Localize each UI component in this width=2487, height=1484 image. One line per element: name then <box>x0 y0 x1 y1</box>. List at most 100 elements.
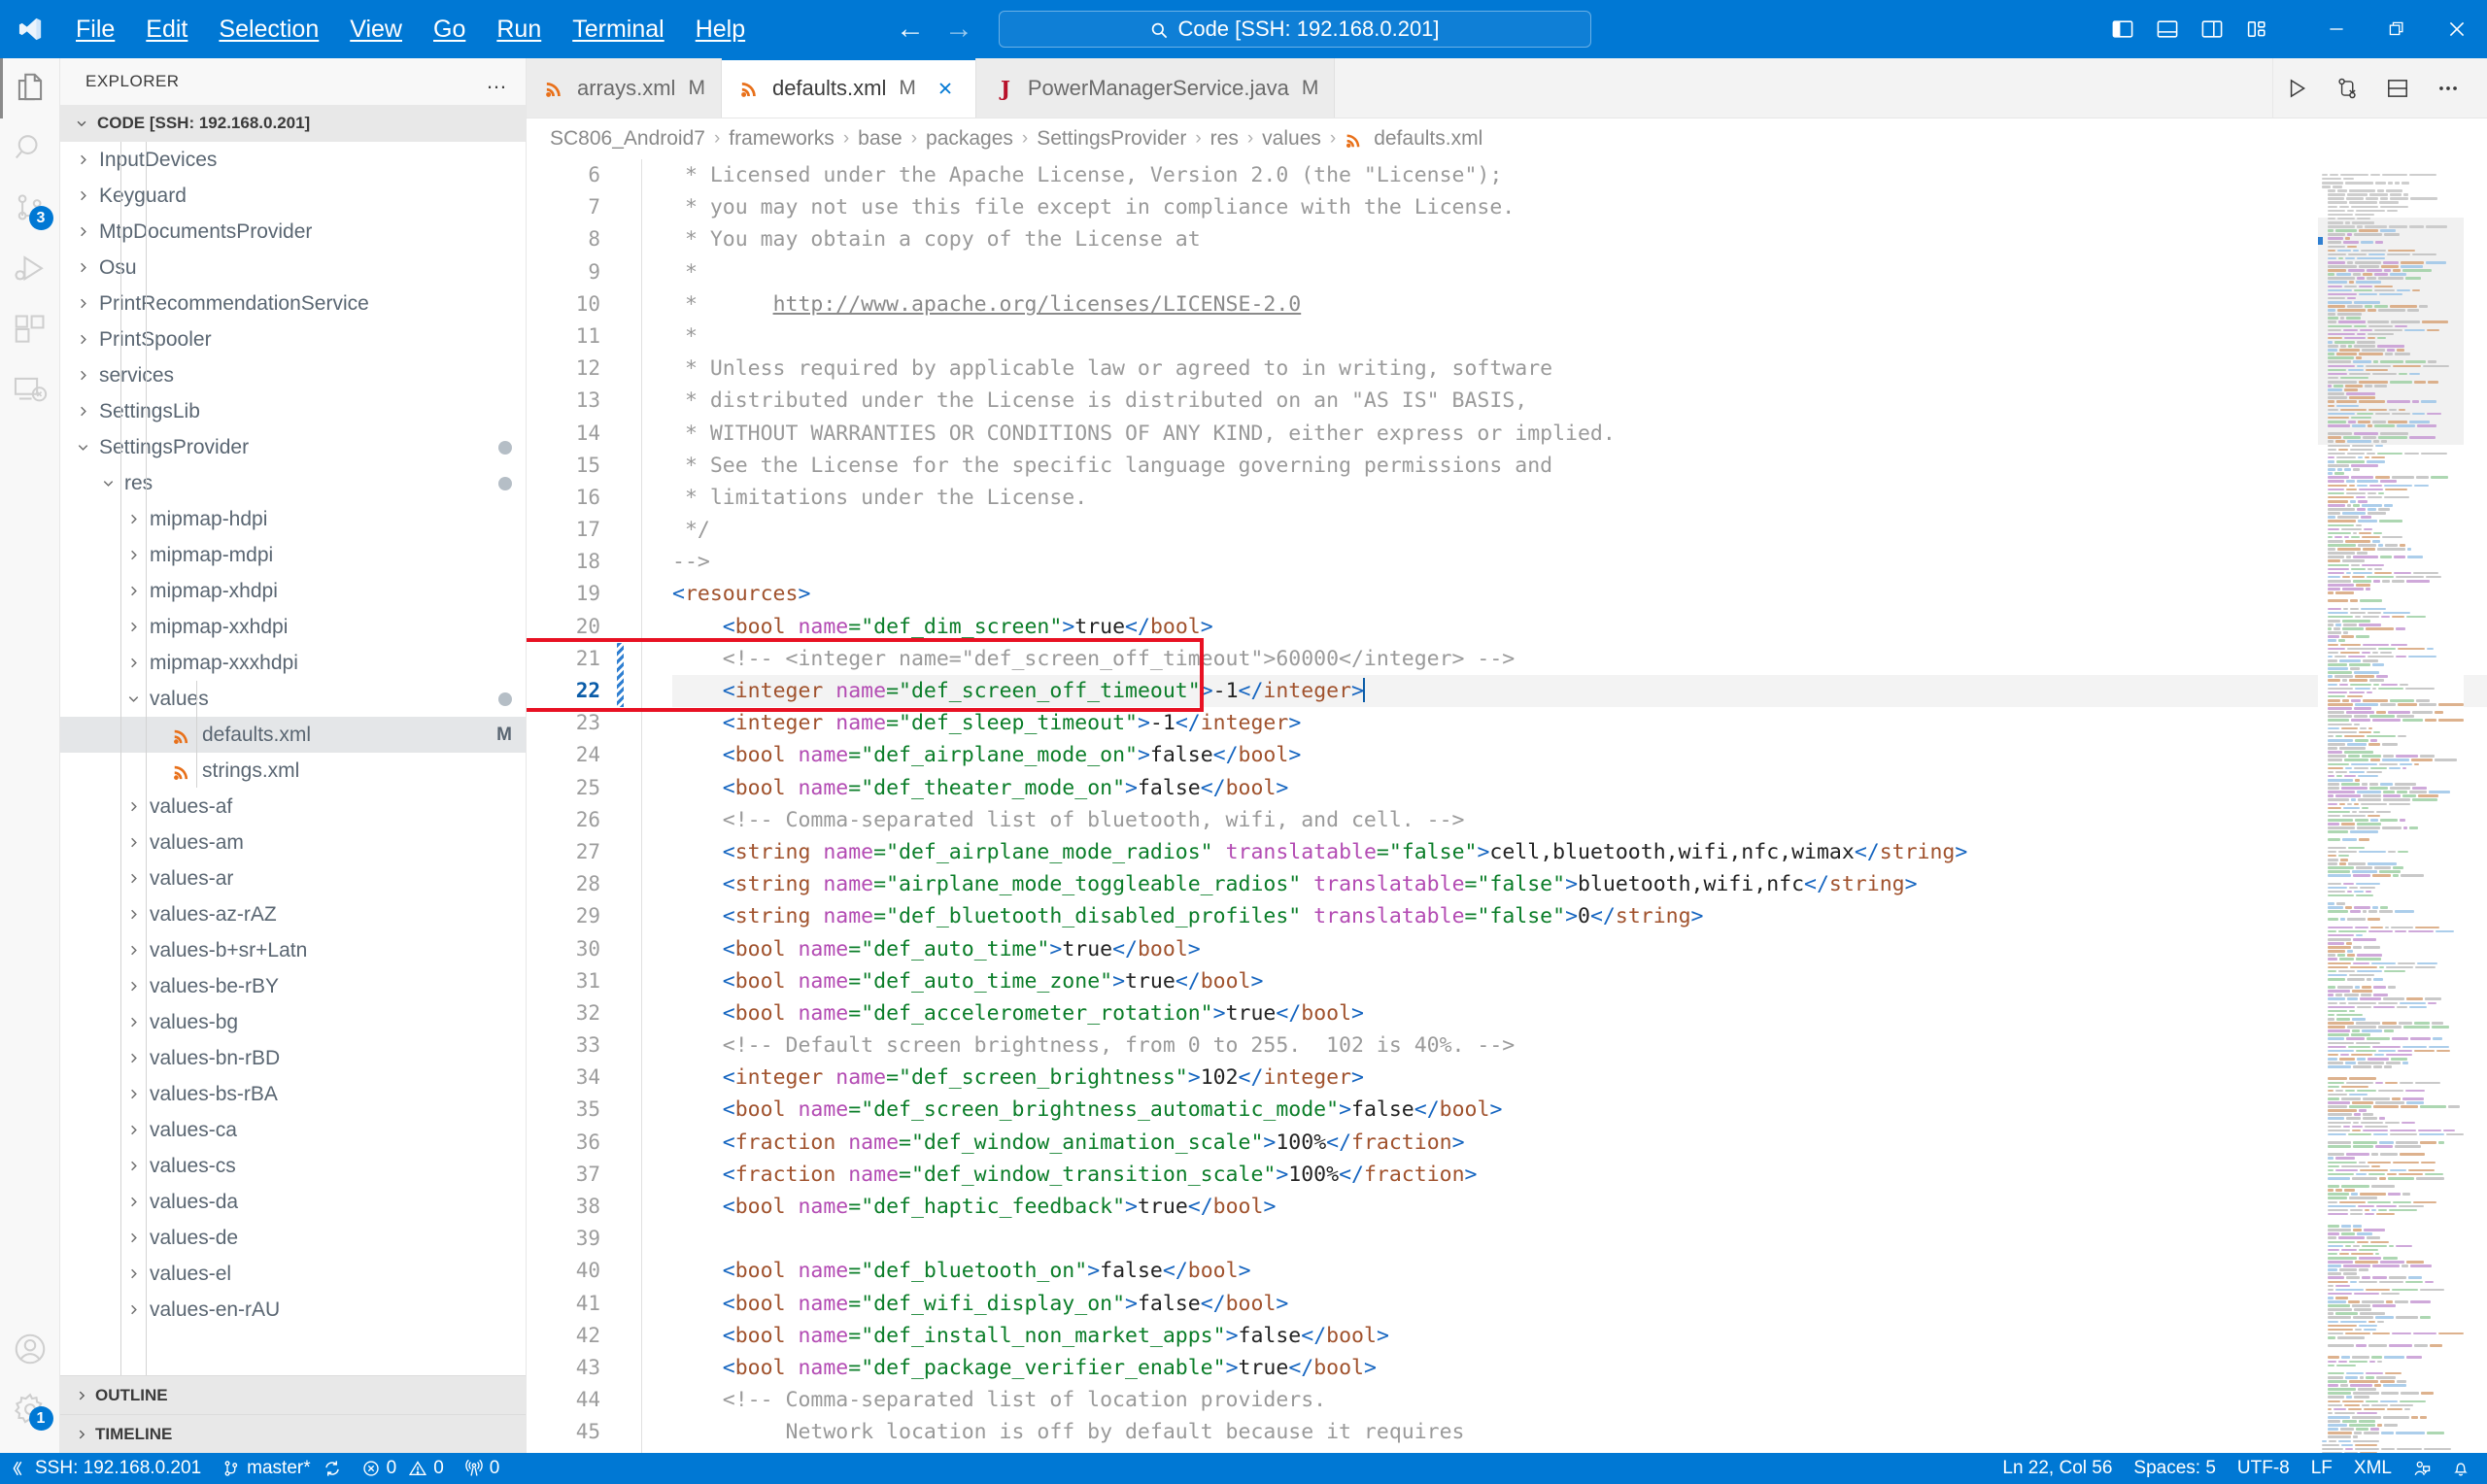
tree-item-values-en-rau[interactable]: values-en-rAU <box>60 1292 526 1328</box>
chevron-down-icon[interactable] <box>95 476 120 490</box>
code-line[interactable]: <bool name="def_auto_time_zone">true</bo… <box>672 965 2487 997</box>
chevron-right-icon[interactable] <box>70 152 95 167</box>
toggle-secondary-sidebar-icon[interactable] <box>2190 7 2234 51</box>
editor-tab-defaults-xml[interactable]: defaults.xml M <box>721 58 976 118</box>
chevron-right-icon[interactable] <box>120 1159 146 1173</box>
chevron-right-icon[interactable] <box>70 332 95 347</box>
arrow-right-icon[interactable]: → <box>944 15 973 44</box>
chevron-right-icon[interactable] <box>120 1302 146 1317</box>
code-line[interactable]: <bool name="def_accelerometer_rotation">… <box>672 997 2487 1029</box>
code-line[interactable]: * http://www.apache.org/licenses/LICENSE… <box>672 288 2487 320</box>
close-icon[interactable] <box>2427 0 2487 58</box>
open-changes-icon[interactable] <box>2324 65 2370 112</box>
tree-item-mipmap-hdpi[interactable]: mipmap-hdpi <box>60 501 526 537</box>
activity-source-control[interactable]: 3 <box>0 179 60 239</box>
tree-item-keyguard[interactable]: Keyguard <box>60 178 526 214</box>
editor-tab-powermanagerservice-java[interactable]: J PowerManagerService.java M <box>975 58 1336 118</box>
code-line[interactable]: * You may obtain a copy of the License a… <box>672 223 2487 255</box>
tree-item-osu[interactable]: Osu <box>60 250 526 286</box>
chevron-right-icon[interactable] <box>70 188 95 203</box>
chevron-right-icon[interactable] <box>120 835 146 850</box>
code-line[interactable]: <resources> <box>672 578 2487 610</box>
toggle-panel-icon[interactable] <box>2145 7 2190 51</box>
tree-item-values-de[interactable]: values-de <box>60 1220 526 1256</box>
menu-terminal[interactable]: Terminal <box>557 8 679 51</box>
tree-item-settingsprovider[interactable]: SettingsProvider <box>60 429 526 465</box>
tree-item-values-ca[interactable]: values-ca <box>60 1112 526 1148</box>
chevron-right-icon[interactable] <box>70 368 95 383</box>
code-line[interactable]: <fraction name="def_window_animation_sca… <box>672 1127 2487 1159</box>
status-language-mode[interactable]: XML <box>2343 1453 2402 1484</box>
chevron-right-icon[interactable] <box>120 1087 146 1101</box>
code-line[interactable]: * you may not use this file except in co… <box>672 191 2487 223</box>
customize-layout-icon[interactable] <box>2234 7 2279 51</box>
chevron-right-icon[interactable] <box>120 979 146 994</box>
activity-explorer[interactable] <box>0 58 60 118</box>
chevron-right-icon[interactable] <box>120 1231 146 1245</box>
toggle-primary-sidebar-icon[interactable] <box>2100 7 2145 51</box>
tree-item-values-af[interactable]: values-af <box>60 789 526 825</box>
status-cursor-position[interactable]: Ln 22, Col 56 <box>1992 1453 2123 1484</box>
chevron-right-icon[interactable] <box>120 512 146 526</box>
code-line[interactable]: <integer name="def_screen_off_timeout">-… <box>672 675 2487 708</box>
tree-item-settingslib[interactable]: SettingsLib <box>60 393 526 429</box>
tree-item-values[interactable]: values <box>60 681 526 717</box>
outline-section[interactable]: OUTLINE <box>60 1375 526 1414</box>
activity-manage[interactable]: 1 <box>0 1379 60 1439</box>
activity-remote-explorer[interactable] <box>0 359 60 420</box>
code-line[interactable]: * <box>672 256 2487 288</box>
status-encoding[interactable]: UTF-8 <box>2227 1453 2300 1484</box>
chevron-right-icon[interactable] <box>70 296 95 311</box>
menu-view[interactable]: View <box>334 8 418 51</box>
breadcrumb-item-defaults-xml[interactable]: defaults.xml <box>1343 127 1484 151</box>
code-line[interactable]: --> <box>672 546 2487 578</box>
tree-item-defaults-xml[interactable]: defaults.xml M <box>60 717 526 753</box>
tree-item-res[interactable]: res <box>60 465 526 501</box>
code-line[interactable]: * <box>672 320 2487 353</box>
breadcrumb-item-base[interactable]: base <box>856 127 904 151</box>
code-line[interactable]: <bool name="def_bluetooth_on">false</boo… <box>672 1255 2487 1287</box>
chevron-right-icon[interactable] <box>120 799 146 814</box>
status-ports[interactable]: 0 <box>455 1453 511 1484</box>
chevron-right-icon[interactable] <box>70 224 95 239</box>
editor-tab-arrays-xml[interactable]: arrays.xml M <box>527 58 722 118</box>
arrow-left-icon[interactable]: ← <box>896 15 925 44</box>
tree-item-values-ar[interactable]: values-ar <box>60 860 526 896</box>
tree-item-values-bs-rba[interactable]: values-bs-rBA <box>60 1076 526 1112</box>
code-line[interactable]: <string name="def_bluetooth_disabled_pro… <box>672 900 2487 932</box>
tree-item-mipmap-xhdpi[interactable]: mipmap-xhdpi <box>60 573 526 609</box>
status-remote-host[interactable]: SSH: 192.168.0.201 <box>0 1453 212 1484</box>
tree-item-inputdevices[interactable]: InputDevices <box>60 142 526 178</box>
code-line[interactable]: <integer name="def_screen_brightness">10… <box>672 1062 2487 1094</box>
code-line[interactable]: * Licensed under the Apache License, Ver… <box>672 159 2487 191</box>
chevron-down-icon[interactable] <box>70 440 95 455</box>
tree-item-values-be-rby[interactable]: values-be-rBY <box>60 968 526 1004</box>
tab-close-icon[interactable] <box>931 74 960 103</box>
code-line[interactable]: <bool name="def_package_verifier_enable"… <box>672 1352 2487 1384</box>
explorer-more-actions-icon[interactable]: … <box>486 69 508 94</box>
code-line[interactable]: * See the License for the specific langu… <box>672 450 2487 482</box>
code-line[interactable]: <!-- Default screen brightness, from 0 t… <box>672 1029 2487 1062</box>
status-eol[interactable]: LF <box>2300 1453 2343 1484</box>
activity-search[interactable] <box>0 118 60 179</box>
chevron-right-icon[interactable] <box>120 943 146 958</box>
menu-bar[interactable]: File Edit Selection View Go Run Terminal… <box>60 8 761 51</box>
code-line[interactable]: <bool name="def_dim_screen">true</bool> <box>672 611 2487 643</box>
code-line[interactable]: <fraction name="def_window_transition_sc… <box>672 1159 2487 1191</box>
minimap[interactable] <box>2318 159 2464 1453</box>
chevron-right-icon[interactable] <box>120 656 146 670</box>
tree-item-mipmap-xxhdpi[interactable]: mipmap-xxhdpi <box>60 609 526 645</box>
menu-edit[interactable]: Edit <box>130 8 203 51</box>
code-line[interactable]: <!-- Comma-separated list of bluetooth, … <box>672 804 2487 836</box>
chevron-right-icon[interactable] <box>120 584 146 598</box>
tree-item-values-b-sr-latn[interactable]: values-b+sr+Latn <box>60 932 526 968</box>
activity-run-and-debug[interactable] <box>0 239 60 299</box>
code-line[interactable]: <bool name="def_haptic_feedback">true</b… <box>672 1191 2487 1223</box>
tree-item-values-el[interactable]: values-el <box>60 1256 526 1292</box>
code-line[interactable]: <bool name="def_airplane_mode_on">false<… <box>672 739 2487 771</box>
chevron-right-icon[interactable] <box>70 404 95 419</box>
chevron-right-icon[interactable] <box>120 1123 146 1137</box>
tree-item-printspooler[interactable]: PrintSpooler <box>60 321 526 357</box>
activity-accounts[interactable] <box>0 1319 60 1379</box>
code-line[interactable]: <bool name="def_install_non_market_apps"… <box>672 1320 2487 1352</box>
